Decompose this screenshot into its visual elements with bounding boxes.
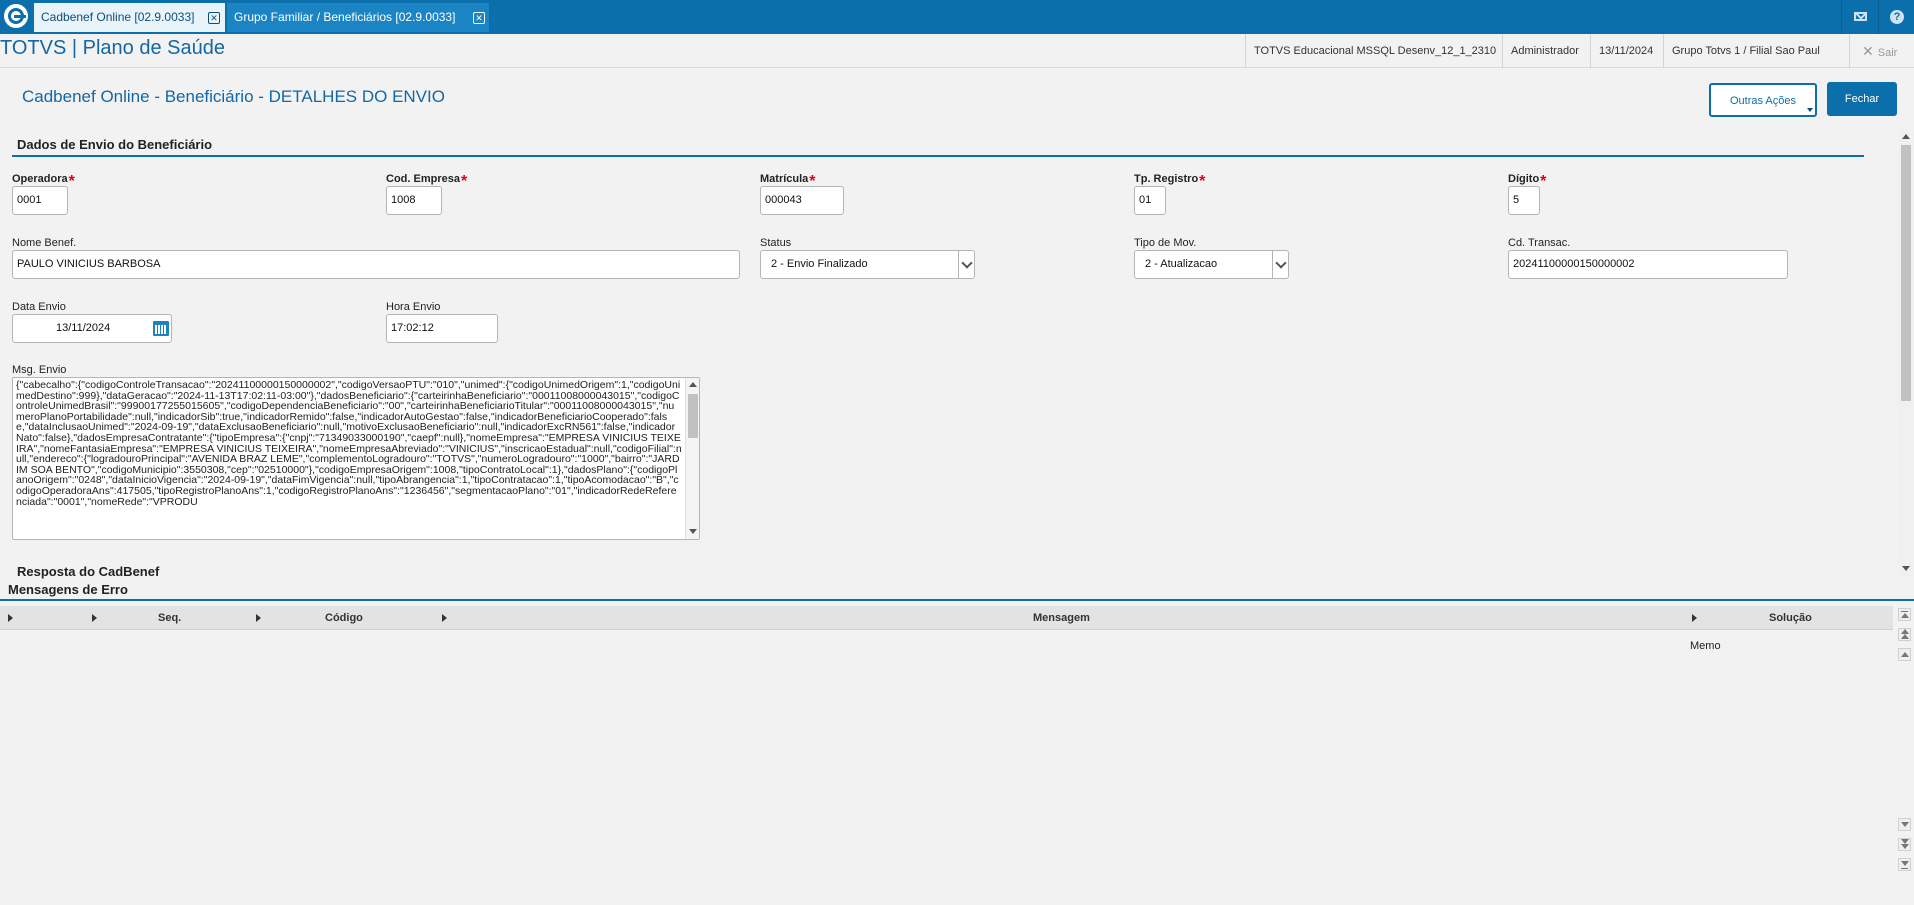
section-title-envio: Dados de Envio do Beneficiário <box>17 137 213 152</box>
calendar-icon[interactable] <box>153 321 169 336</box>
tab-cadbenef-online[interactable]: Cadbenef Online [02.9.0033] ✕ <box>34 3 225 32</box>
msg-envio-label: Msg. Envio <box>12 364 67 376</box>
hora-envio-field[interactable]: 17:02:12 <box>386 314 498 343</box>
top-tab-bar: Cadbenef Online [02.9.0033] ✕ Grupo Fami… <box>0 0 1914 34</box>
logout-button[interactable]: ✕ Sair <box>1849 34 1914 68</box>
tipo-mov-value: 2 - Atualizacao <box>1145 258 1218 270</box>
outras-acoes-label: Outras Ações <box>1729 95 1797 107</box>
operadora-field[interactable]: 0001 <box>12 186 68 215</box>
section-divider <box>12 155 1864 157</box>
matricula-label: Matrícula* <box>760 173 816 190</box>
logout-label: Sair <box>1877 47 1898 59</box>
cd-transac-field[interactable]: 20241100000150000002 <box>1508 250 1788 279</box>
status-label: Status <box>760 237 792 249</box>
status-value: 2 - Envio Finalizado <box>771 258 868 270</box>
close-icon: ✕ <box>1862 43 1874 59</box>
section-divider <box>0 599 1914 601</box>
tipo-mov-label: Tipo de Mov. <box>1134 237 1197 249</box>
cd-transac-label: Cd. Transac. <box>1508 237 1571 249</box>
cod-empresa-field[interactable]: 1008 <box>386 186 442 215</box>
scroll-down-icon[interactable] <box>689 529 697 534</box>
digito-field[interactable]: 5 <box>1508 186 1540 215</box>
outras-acoes-button[interactable]: Outras Ações <box>1709 83 1817 117</box>
close-icon[interactable]: ✕ <box>473 12 485 24</box>
chevron-down-icon[interactable] <box>1272 251 1288 278</box>
column-marker-icon <box>8 614 13 622</box>
column-header-seq[interactable]: Seq. <box>158 606 181 630</box>
data-envio-label: Data Envio <box>12 301 66 313</box>
next-record-button[interactable] <box>1898 818 1911 831</box>
scroll-up-icon[interactable] <box>689 382 697 387</box>
tab-grupo-familiar[interactable]: Grupo Familiar / Beneficiários [02.9.003… <box>227 3 489 32</box>
section-title-resposta: Resposta do CadBenef <box>17 564 160 579</box>
page-title: Cadbenef Online - Beneficiário - DETALHE… <box>22 87 445 106</box>
first-record-button[interactable] <box>1898 608 1911 621</box>
page-down-button[interactable] <box>1898 838 1911 851</box>
status-select[interactable]: 2 - Envio Finalizado <box>760 250 975 279</box>
digito-label: Dígito* <box>1508 173 1547 190</box>
table-row[interactable]: Memo <box>0 631 1893 661</box>
matricula-field[interactable]: 000043 <box>760 186 844 215</box>
app-title: TOTVS | Plano de Saúde <box>0 37 225 59</box>
column-marker-icon <box>256 614 261 622</box>
fechar-button[interactable]: Fechar <box>1827 82 1897 116</box>
totvs-logo-icon[interactable] <box>4 4 28 28</box>
operadora-label: Operadora* <box>12 173 75 190</box>
data-envio-field[interactable]: 13/11/2024 <box>12 314 172 343</box>
cod-empresa-label: Cod. Empresa* <box>386 173 468 190</box>
nome-benef-label: Nome Benef. <box>12 237 77 249</box>
tab-label: Grupo Familiar / Beneficiários [02.9.003… <box>234 10 456 24</box>
column-marker-icon <box>442 614 447 622</box>
hora-envio-label: Hora Envio <box>386 301 441 313</box>
previous-record-button[interactable] <box>1898 648 1911 661</box>
page-scrollbar[interactable] <box>1898 130 1914 576</box>
data-envio-value: 13/11/2024 <box>56 322 111 334</box>
scroll-up-icon[interactable] <box>1902 134 1910 139</box>
tp-registro-field[interactable]: 01 <box>1134 186 1166 215</box>
nome-benef-field[interactable]: PAULO VINICIUS BARBOSA <box>12 250 740 279</box>
branch-info: Grupo Totvs 1 / Filial Sao Paul <box>1663 34 1828 68</box>
section-subtitle-erros: Mensagens de Erro <box>8 582 128 597</box>
errors-grid-header: Seq. Código Mensagem Solução <box>0 606 1893 630</box>
column-header-mensagem[interactable]: Mensagem <box>1033 606 1090 630</box>
environment-info: TOTVS Educacional MSSQL Desenv_12_1_2310 <box>1245 34 1504 68</box>
tp-registro-label: Tp. Registro* <box>1134 173 1206 190</box>
msg-envio-textarea[interactable]: {"cabecalho":{"codigoControleTransacao":… <box>12 377 700 540</box>
scroll-thumb[interactable] <box>688 394 698 438</box>
chevron-down-icon[interactable] <box>958 251 974 278</box>
column-marker-icon <box>1692 614 1697 622</box>
date-info: 13/11/2024 <box>1590 34 1661 68</box>
grid-navigation <box>1895 606 1914 876</box>
user-info: Administrador <box>1502 34 1587 68</box>
caret-down-icon <box>1807 108 1813 112</box>
tab-label: Cadbenef Online [02.9.0033] <box>41 10 195 24</box>
cell-solucao: Memo <box>1690 640 1721 652</box>
scroll-thumb[interactable] <box>1901 145 1911 401</box>
scroll-down-icon[interactable] <box>1902 566 1910 571</box>
mail-icon[interactable] <box>1841 0 1877 34</box>
column-marker-icon <box>92 614 97 622</box>
page-up-button[interactable] <box>1898 628 1911 641</box>
msg-envio-text: {"cabecalho":{"codigoControleTransacao":… <box>16 379 682 508</box>
app-header: TOTVS | Plano de Saúde TOTVS Educacional… <box>0 34 1914 68</box>
msg-envio-scrollbar[interactable] <box>685 378 699 539</box>
close-icon[interactable]: ✕ <box>208 12 220 24</box>
help-icon[interactable]: ? <box>1878 0 1914 34</box>
column-header-codigo[interactable]: Código <box>325 606 363 630</box>
tipo-mov-select[interactable]: 2 - Atualizacao <box>1134 250 1289 279</box>
column-header-solucao[interactable]: Solução <box>1769 606 1812 630</box>
last-record-button[interactable] <box>1898 858 1911 871</box>
